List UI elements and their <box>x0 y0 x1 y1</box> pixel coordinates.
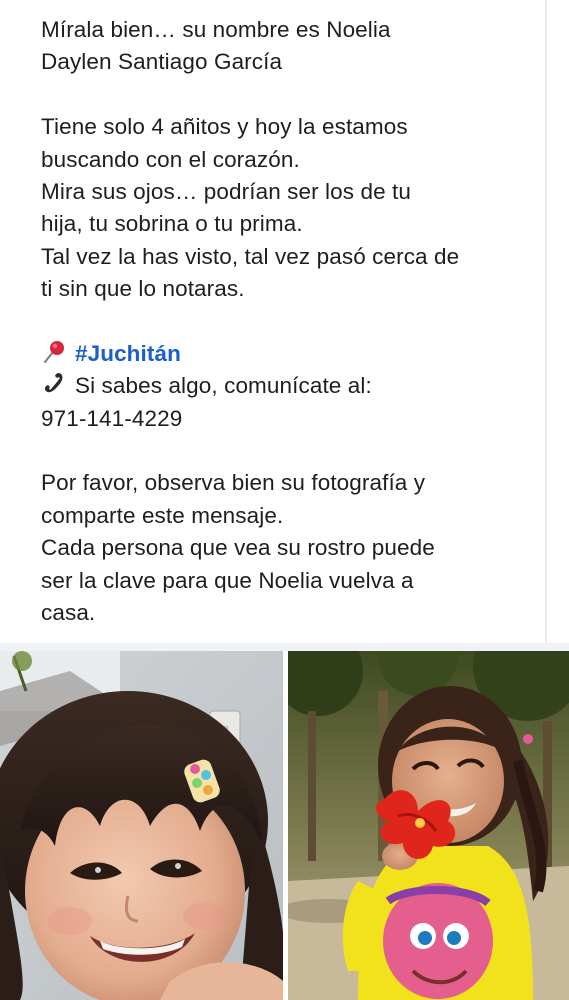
post-text: Mírala bien… su nombre es Noelia Daylen … <box>41 14 541 629</box>
round-pushpin-icon <box>41 339 67 365</box>
post-text-line: Tiene solo 4 añitos y hoy la estamos <box>41 114 408 140</box>
post-text-line: buscando con el corazón. <box>41 146 300 172</box>
contact-line: Si sabes algo, comunícate al: <box>41 370 541 402</box>
hashtag-link[interactable]: #Juchitán <box>75 341 181 366</box>
post-divider <box>0 643 569 651</box>
phone-number[interactable]: 971-141-4229 <box>41 403 541 435</box>
photo-girl-closeup[interactable] <box>0 651 283 1000</box>
post-card: Mírala bien… su nombre es Noelia Daylen … <box>0 0 547 643</box>
photo-girl-with-flower[interactable] <box>288 651 569 1000</box>
post-text-line: casa. <box>41 600 96 626</box>
hashtag-line: #Juchitán <box>41 338 541 370</box>
post-text-line: Mírala bien… su nombre es Noelia <box>41 17 391 42</box>
post-text-line: Por favor, observa bien su fotografía y <box>41 470 426 496</box>
post-text-line: Mira sus ojos… podrían ser los de tu <box>41 178 412 204</box>
post-screenshot: Mírala bien… su nombre es Noelia Daylen … <box>0 0 569 1000</box>
post-text-line: Daylen Santiago García <box>41 49 283 75</box>
post-text-line: ti sin que lo notaras. <box>41 276 245 302</box>
contact-text: Si sabes algo, comunícate al: <box>75 373 372 399</box>
post-text-line: comparte este mensaje. <box>41 502 284 528</box>
post-text-line: hija, tu sobrina o tu prima. <box>41 211 303 237</box>
post-text-line: ser la clave para que Noelia vuelva a <box>41 567 414 593</box>
post-text-line: Cada persona que vea su rostro puede <box>41 535 435 561</box>
post-text-line: Tal vez la has visto, tal vez pasó cerca… <box>41 243 460 269</box>
telephone-receiver-icon <box>41 371 67 397</box>
